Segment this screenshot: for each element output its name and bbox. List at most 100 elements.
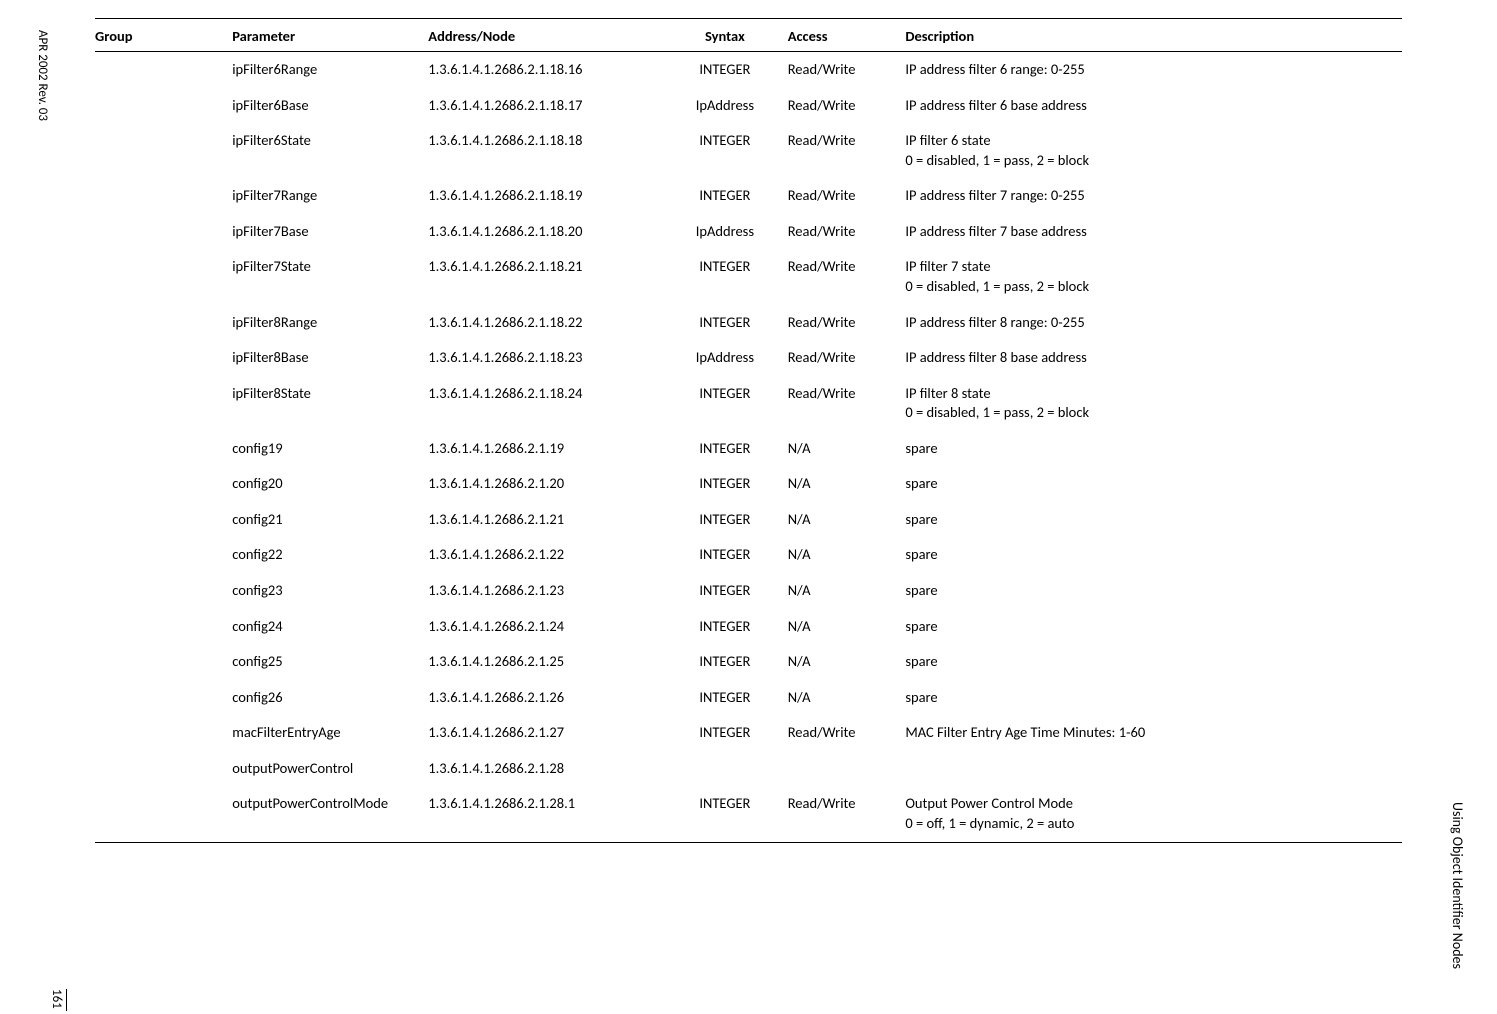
- cell-description: spare: [905, 609, 1402, 645]
- header-access: Access: [788, 19, 906, 52]
- table-row: ipFilter8State1.3.6.1.4.1.2686.2.1.18.24…: [95, 376, 1402, 431]
- cell-address: 1.3.6.1.4.1.2686.2.1.22: [428, 537, 670, 573]
- cell-description: MAC Filter Entry Age Time Minutes: 1-60: [905, 715, 1402, 751]
- cell-address: 1.3.6.1.4.1.2686.2.1.18.23: [428, 340, 670, 376]
- cell-parameter: config21: [232, 502, 428, 538]
- cell-syntax: INTEGER: [670, 537, 788, 573]
- cell-group: [95, 466, 232, 502]
- cell-address: 1.3.6.1.4.1.2686.2.1.24: [428, 609, 670, 645]
- cell-description: IP filter 6 state0 = disabled, 1 = pass,…: [905, 123, 1402, 178]
- cell-syntax: INTEGER: [670, 249, 788, 304]
- cell-syntax: INTEGER: [670, 305, 788, 341]
- cell-description: spare: [905, 431, 1402, 467]
- cell-parameter: config23: [232, 573, 428, 609]
- table-row: config251.3.6.1.4.1.2686.2.1.25INTEGERN/…: [95, 644, 1402, 680]
- cell-parameter: config19: [232, 431, 428, 467]
- cell-parameter: ipFilter6State: [232, 123, 428, 178]
- cell-parameter: ipFilter8State: [232, 376, 428, 431]
- header-syntax: Syntax: [670, 19, 788, 52]
- table-row: config201.3.6.1.4.1.2686.2.1.20INTEGERN/…: [95, 466, 1402, 502]
- cell-description: IP address filter 8 base address: [905, 340, 1402, 376]
- cell-access: N/A: [788, 573, 906, 609]
- cell-description: IP filter 8 state0 = disabled, 1 = pass,…: [905, 376, 1402, 431]
- cell-description: spare: [905, 573, 1402, 609]
- cell-syntax: INTEGER: [670, 123, 788, 178]
- cell-group: [95, 537, 232, 573]
- table-row: ipFilter6Range1.3.6.1.4.1.2686.2.1.18.16…: [95, 52, 1402, 88]
- table-row: config231.3.6.1.4.1.2686.2.1.23INTEGERN/…: [95, 573, 1402, 609]
- table-row: ipFilter8Base1.3.6.1.4.1.2686.2.1.18.23 I…: [95, 340, 1402, 376]
- cell-group: [95, 52, 232, 88]
- table-row: config221.3.6.1.4.1.2686.2.1.22INTEGERN/…: [95, 537, 1402, 573]
- table-row: config261.3.6.1.4.1.2686.2.1.26INTEGERN/…: [95, 680, 1402, 716]
- cell-access: N/A: [788, 502, 906, 538]
- table-row: ipFilter8Range1.3.6.1.4.1.2686.2.1.18.22…: [95, 305, 1402, 341]
- cell-parameter: ipFilter7State: [232, 249, 428, 304]
- cell-syntax: INTEGER: [670, 178, 788, 214]
- cell-group: [95, 178, 232, 214]
- cell-description: spare: [905, 537, 1402, 573]
- footer-section-title: Using Object Identifier Nodes: [1449, 802, 1466, 969]
- cell-parameter: outputPowerControlMode: [232, 786, 428, 842]
- cell-parameter: ipFilter8Base: [232, 340, 428, 376]
- cell-description: spare: [905, 466, 1402, 502]
- cell-group: [95, 680, 232, 716]
- cell-group: [95, 431, 232, 467]
- cell-access: Read/Write: [788, 305, 906, 341]
- cell-access: N/A: [788, 680, 906, 716]
- cell-group: [95, 644, 232, 680]
- cell-access: Read/Write: [788, 715, 906, 751]
- table-row: ipFilter7Range1.3.6.1.4.1.2686.2.1.18.19…: [95, 178, 1402, 214]
- table-row: config191.3.6.1.4.1.2686.2.1.19INTEGERN/…: [95, 431, 1402, 467]
- cell-address: 1.3.6.1.4.1.2686.2.1.28.1: [428, 786, 670, 842]
- cell-syntax: INTEGER: [670, 573, 788, 609]
- cell-description: IP address filter 8 range: 0-255: [905, 305, 1402, 341]
- cell-syntax: INTEGER: [670, 466, 788, 502]
- cell-address: 1.3.6.1.4.1.2686.2.1.28: [428, 751, 670, 787]
- cell-group: [95, 123, 232, 178]
- cell-access: Read/Write: [788, 123, 906, 178]
- cell-parameter: config20: [232, 466, 428, 502]
- cell-access: Read/Write: [788, 249, 906, 304]
- cell-address: 1.3.6.1.4.1.2686.2.1.18.20: [428, 214, 670, 250]
- cell-description: Output Power Control Mode0 = off, 1 = dy…: [905, 786, 1402, 842]
- cell-group: [95, 786, 232, 842]
- cell-syntax: IpAddress: [670, 214, 788, 250]
- cell-address: 1.3.6.1.4.1.2686.2.1.18.24: [428, 376, 670, 431]
- cell-parameter: ipFilter6Base: [232, 88, 428, 124]
- cell-parameter: ipFilter7Base: [232, 214, 428, 250]
- cell-syntax: INTEGER: [670, 609, 788, 645]
- table-row: config241.3.6.1.4.1.2686.2.1.24INTEGERN/…: [95, 609, 1402, 645]
- cell-access: [788, 751, 906, 787]
- page-number: 161: [49, 989, 67, 1011]
- footer-revision: APR 2002 Rev. 03: [35, 30, 50, 121]
- cell-syntax: INTEGER: [670, 786, 788, 842]
- header-group: Group: [95, 19, 232, 52]
- header-description: Description: [905, 19, 1402, 52]
- cell-group: [95, 88, 232, 124]
- cell-syntax: INTEGER: [670, 644, 788, 680]
- cell-group: [95, 573, 232, 609]
- cell-access: Read/Write: [788, 340, 906, 376]
- table-row: ipFilter7Base1.3.6.1.4.1.2686.2.1.18.20I…: [95, 214, 1402, 250]
- header-parameter: Parameter: [232, 19, 428, 52]
- cell-parameter: config22: [232, 537, 428, 573]
- cell-parameter: macFilterEntryAge: [232, 715, 428, 751]
- cell-access: N/A: [788, 644, 906, 680]
- cell-syntax: [670, 751, 788, 787]
- cell-access: Read/Write: [788, 786, 906, 842]
- table-row: ipFilter6State1.3.6.1.4.1.2686.2.1.18.18…: [95, 123, 1402, 178]
- cell-description: [905, 751, 1402, 787]
- cell-parameter: ipFilter6Range: [232, 52, 428, 88]
- table-row: macFilterEntryAge1.3.6.1.4.1.2686.2.1.27…: [95, 715, 1402, 751]
- cell-group: [95, 751, 232, 787]
- cell-parameter: ipFilter8Range: [232, 305, 428, 341]
- cell-syntax: INTEGER: [670, 376, 788, 431]
- cell-address: 1.3.6.1.4.1.2686.2.1.20: [428, 466, 670, 502]
- cell-address: 1.3.6.1.4.1.2686.2.1.26: [428, 680, 670, 716]
- cell-group: [95, 340, 232, 376]
- cell-address: 1.3.6.1.4.1.2686.2.1.23: [428, 573, 670, 609]
- cell-description: spare: [905, 502, 1402, 538]
- cell-description: IP address filter 6 range: 0-255: [905, 52, 1402, 88]
- cell-access: N/A: [788, 431, 906, 467]
